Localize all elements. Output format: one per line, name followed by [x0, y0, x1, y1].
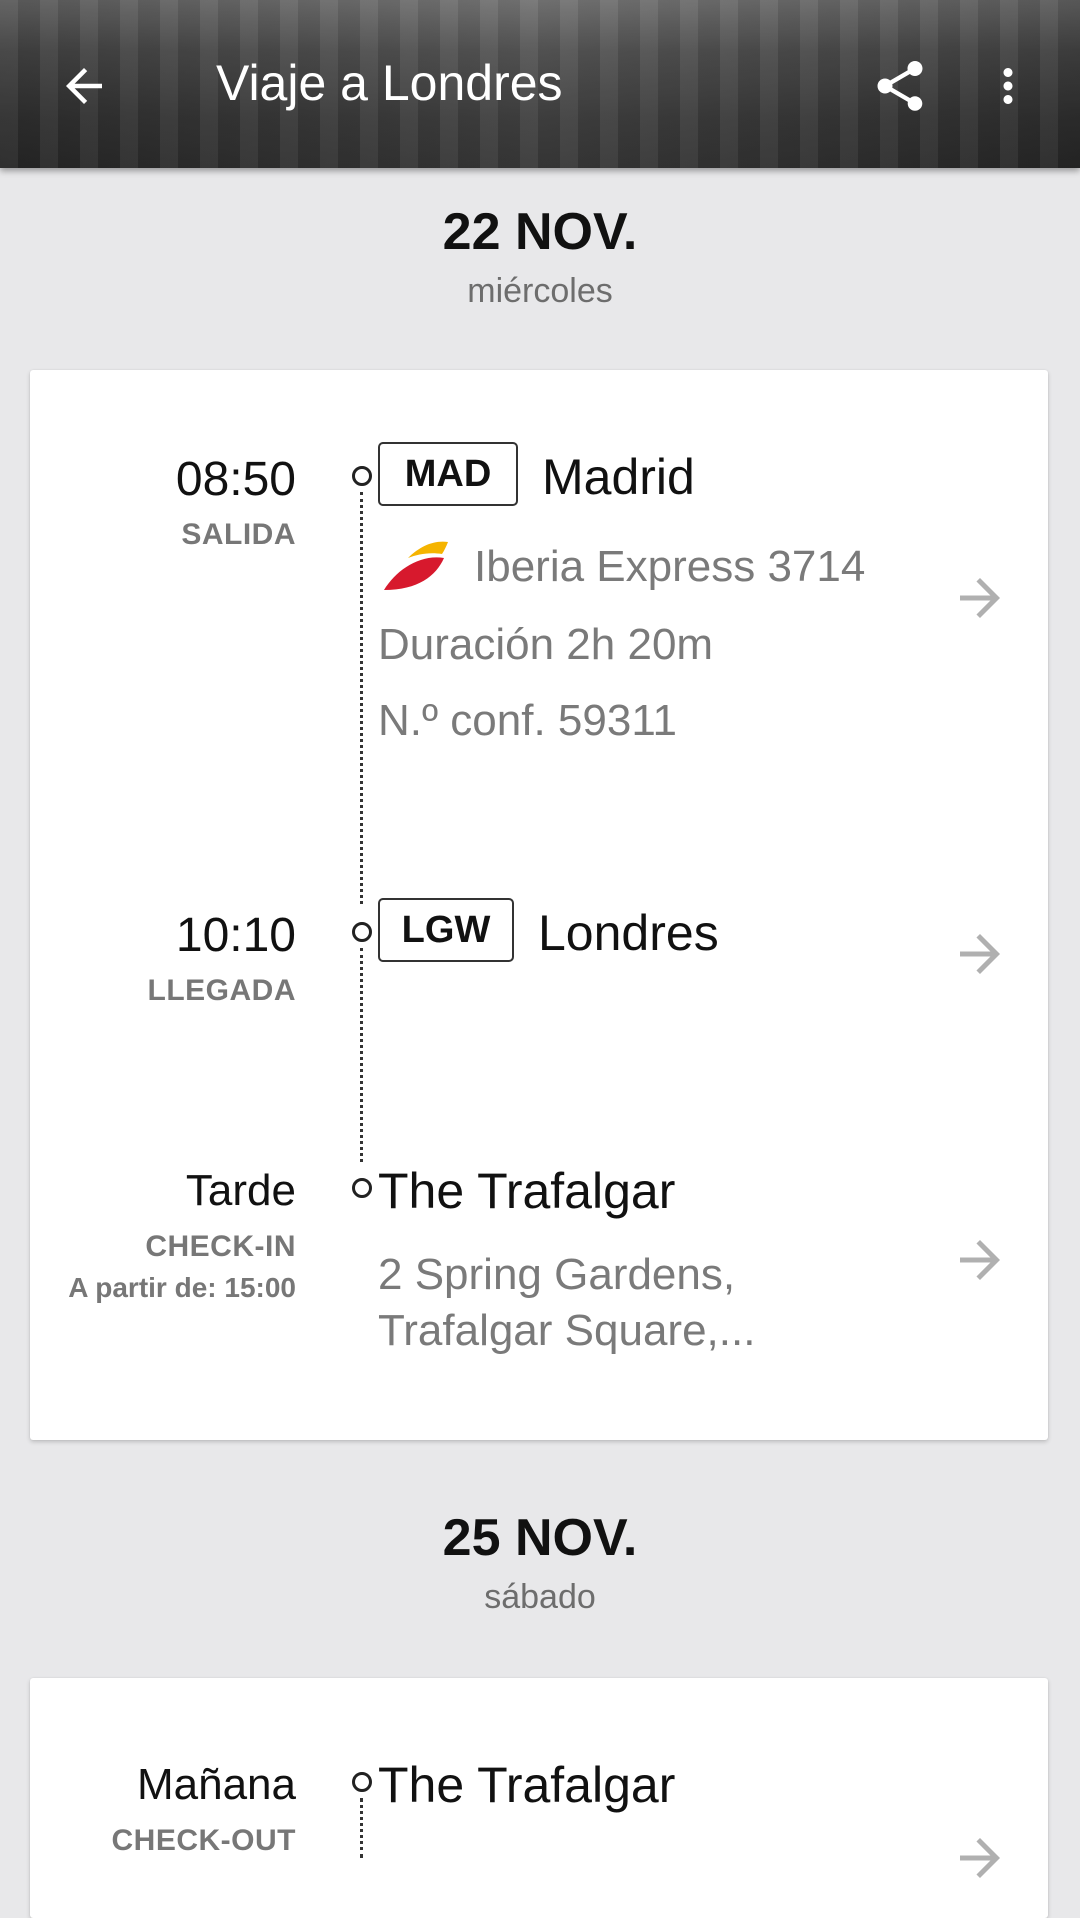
timeline-node — [352, 922, 372, 942]
airport-code-badge: LGW — [378, 898, 514, 962]
checkout-time: Mañana — [136, 1760, 296, 1809]
itinerary-card-day-2: Mañana CHECK-OUT The Trafalgar — [30, 1678, 1048, 1918]
checkin-note: A partir de: 15:00 — [68, 1272, 296, 1303]
day-date: 22 NOV. — [442, 203, 638, 261]
hotel-name: The Trafalgar — [378, 1163, 676, 1219]
back-button[interactable] — [44, 46, 124, 126]
airline-flight-number: Iberia Express 3714 — [474, 542, 866, 591]
share-icon — [877, 61, 923, 111]
timeline-node — [352, 466, 372, 486]
arrival-city: Londres — [538, 905, 719, 961]
flight-duration: Duración 2h 20m — [378, 620, 714, 669]
share-button[interactable] — [860, 46, 940, 126]
hotel-address-line-1: 2 Spring Gardens, — [378, 1250, 736, 1299]
timeline-node — [352, 1178, 372, 1198]
arrival-time: 10:10 — [175, 909, 296, 962]
day-date: 25 NOV. — [442, 1509, 638, 1567]
timeline-connector — [360, 948, 363, 1162]
arrow-left-icon — [66, 68, 102, 104]
checkin-time: Tarde — [185, 1166, 296, 1215]
checkout-label: CHECK-OUT — [111, 1824, 296, 1857]
hotel-address-line-2: Trafalgar Square,... — [378, 1306, 756, 1355]
more-options-button[interactable] — [968, 46, 1048, 126]
app-bar: Viaje a Londres — [0, 0, 1080, 168]
departure-time: 08:50 — [175, 453, 296, 506]
arrival-label: LLEGADA — [147, 974, 296, 1007]
arrow-right-icon[interactable] — [950, 568, 1010, 628]
more-vert-icon — [1003, 68, 1013, 104]
departure-label: SALIDA — [181, 518, 296, 551]
hotel-name: The Trafalgar — [378, 1757, 676, 1813]
departure-city: Madrid — [542, 449, 695, 505]
arrow-right-icon[interactable] — [950, 1828, 1010, 1888]
day-weekday: sábado — [484, 1578, 596, 1616]
checkin-label: CHECK-IN — [145, 1230, 296, 1263]
day-weekday: miércoles — [467, 272, 613, 310]
iberia-logo-icon — [384, 541, 448, 590]
day-header-22-nov: 22 NOV. miércoles — [0, 202, 1080, 311]
timeline-connector — [360, 492, 363, 904]
airport-code-badge: MAD — [378, 442, 518, 506]
timeline-connector — [360, 1798, 363, 1858]
page-title: Viaje a Londres — [216, 55, 563, 111]
confirmation-number: N.º conf. 59311 — [378, 696, 677, 745]
arrow-right-icon[interactable] — [950, 1230, 1010, 1290]
itinerary-card-day-1: 08:50 SALIDA MAD Madrid Iberia Express 3… — [30, 370, 1048, 1440]
timeline-node — [352, 1772, 372, 1792]
arrow-right-icon[interactable] — [950, 924, 1010, 984]
day-header-25-nov: 25 NOV. sábado — [0, 1508, 1080, 1617]
